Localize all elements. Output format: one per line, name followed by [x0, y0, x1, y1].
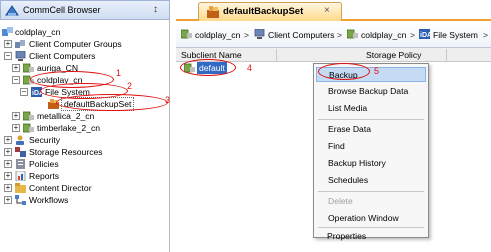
collapse-minus-icon[interactable]: − [20, 88, 28, 96]
backupset-icon [207, 6, 219, 18]
menu-item-properties[interactable]: Properties [315, 229, 425, 244]
pin-icon[interactable]: ↕ [153, 4, 158, 15]
menu-item-delete: Delete [328, 196, 353, 206]
commcell-icon [2, 27, 13, 36]
expand-plus-icon[interactable]: + [12, 64, 20, 72]
menu-item-operation-window[interactable]: Operation Window [316, 211, 426, 226]
breadcrumb-item[interactable]: coldplay_cn [361, 30, 406, 40]
tree-item-label: Client Computer Groups [29, 39, 122, 49]
column-header-storage-policy[interactable]: Storage Policy [366, 50, 421, 60]
menu-item-browse-backup-data[interactable]: Browse Backup Data [316, 84, 426, 99]
annotation-ellipse-3 [56, 94, 168, 111]
annotation-ellipse-4 [180, 59, 236, 76]
tree-item-label: Workflows [29, 195, 69, 205]
tab-default-backupset[interactable]: defaultBackupSet × [198, 2, 342, 21]
client-computers-icon [15, 51, 26, 61]
annotation-number-1: 1 [116, 68, 122, 78]
annotation-number-3: 3 [165, 95, 171, 105]
annotation-number-5: 5 [374, 66, 380, 76]
context-menu: Backup Browse Backup Data List Media Era… [313, 63, 429, 238]
menu-separator [318, 227, 424, 228]
security-icon [16, 135, 24, 145]
expand-plus-icon[interactable]: + [4, 160, 12, 168]
menu-separator [318, 191, 424, 192]
commcell-browser-title: CommCell Browser [23, 5, 101, 15]
reports-icon [15, 171, 26, 181]
breadcrumb-separator: > [337, 30, 343, 40]
column-divider[interactable] [446, 49, 447, 61]
menu-item-erase-data[interactable]: Erase Data [316, 122, 426, 137]
annotation-ellipse-5 [318, 63, 370, 80]
tree-item-label: Storage Resources [29, 147, 103, 157]
tree-item-label: Security [29, 135, 61, 145]
tree-item-label: coldplay_cn [15, 27, 61, 37]
annotation-number-2: 2 [127, 81, 133, 91]
breadcrumb-separator: > [483, 30, 489, 40]
collapse-minus-icon[interactable]: − [12, 76, 20, 84]
menu-item-schedules[interactable]: Schedules [316, 173, 426, 188]
expand-plus-icon[interactable]: + [4, 196, 12, 204]
client-icon [181, 29, 192, 39]
client-icon [347, 29, 358, 39]
annotation-number-4: 4 [247, 63, 253, 73]
close-icon[interactable]: × [324, 5, 330, 16]
expand-plus-icon[interactable]: + [12, 112, 20, 120]
commcell-browser-header: CommCell Browser ↕ [0, 0, 170, 20]
expand-plus-icon[interactable]: + [4, 40, 12, 48]
breadcrumb-item[interactable]: File System [433, 30, 478, 40]
storage-icon [15, 147, 26, 157]
breadcrumb: coldplay_cn > Client Computers > coldpla… [176, 22, 491, 48]
breadcrumb-separator: > [410, 30, 416, 40]
tree-item-label: Client Computers [29, 51, 96, 61]
policies-icon [16, 159, 25, 169]
expand-plus-icon[interactable]: + [4, 172, 12, 180]
client-icon [23, 123, 34, 133]
menu-item-backup-history[interactable]: Backup History [316, 156, 426, 171]
tree-item-label: Content Director [29, 183, 92, 193]
tree-item-label: Reports [29, 171, 60, 181]
commcell-browser-icon [5, 5, 19, 16]
menu-item-list-media[interactable]: List Media [316, 101, 426, 116]
content-director-icon [15, 183, 26, 193]
commcell-browser-panel: CommCell Browser ↕ coldplay_cn + Client … [0, 0, 170, 252]
menu-item-find[interactable]: Find [316, 139, 426, 154]
expand-plus-icon[interactable]: + [4, 184, 12, 192]
menu-separator [318, 119, 424, 120]
workflows-icon [15, 195, 26, 205]
breadcrumb-item[interactable]: coldplay_cn [195, 30, 240, 40]
collapse-minus-icon[interactable]: − [4, 52, 12, 60]
svg-text:iDA: iDA [420, 32, 430, 39]
tree-item-label: timberlake_2_cn [37, 123, 101, 133]
expand-plus-icon[interactable]: + [4, 148, 12, 156]
expand-plus-icon[interactable]: + [4, 136, 12, 144]
client-group-icon [15, 40, 25, 48]
breadcrumb-separator: > [244, 30, 250, 40]
tree-item-label: metallica_2_cn [37, 111, 95, 121]
tab-title: defaultBackupSet [223, 6, 304, 17]
breadcrumb-item[interactable]: Client Computers [268, 30, 334, 40]
column-divider[interactable] [276, 49, 277, 61]
client-computers-icon [254, 29, 265, 39]
client-icon [23, 111, 34, 121]
expand-plus-icon[interactable]: + [12, 124, 20, 132]
file-system-icon: iDA [419, 29, 430, 39]
tree-item-label: Policies [29, 159, 59, 169]
client-icon [23, 63, 34, 73]
